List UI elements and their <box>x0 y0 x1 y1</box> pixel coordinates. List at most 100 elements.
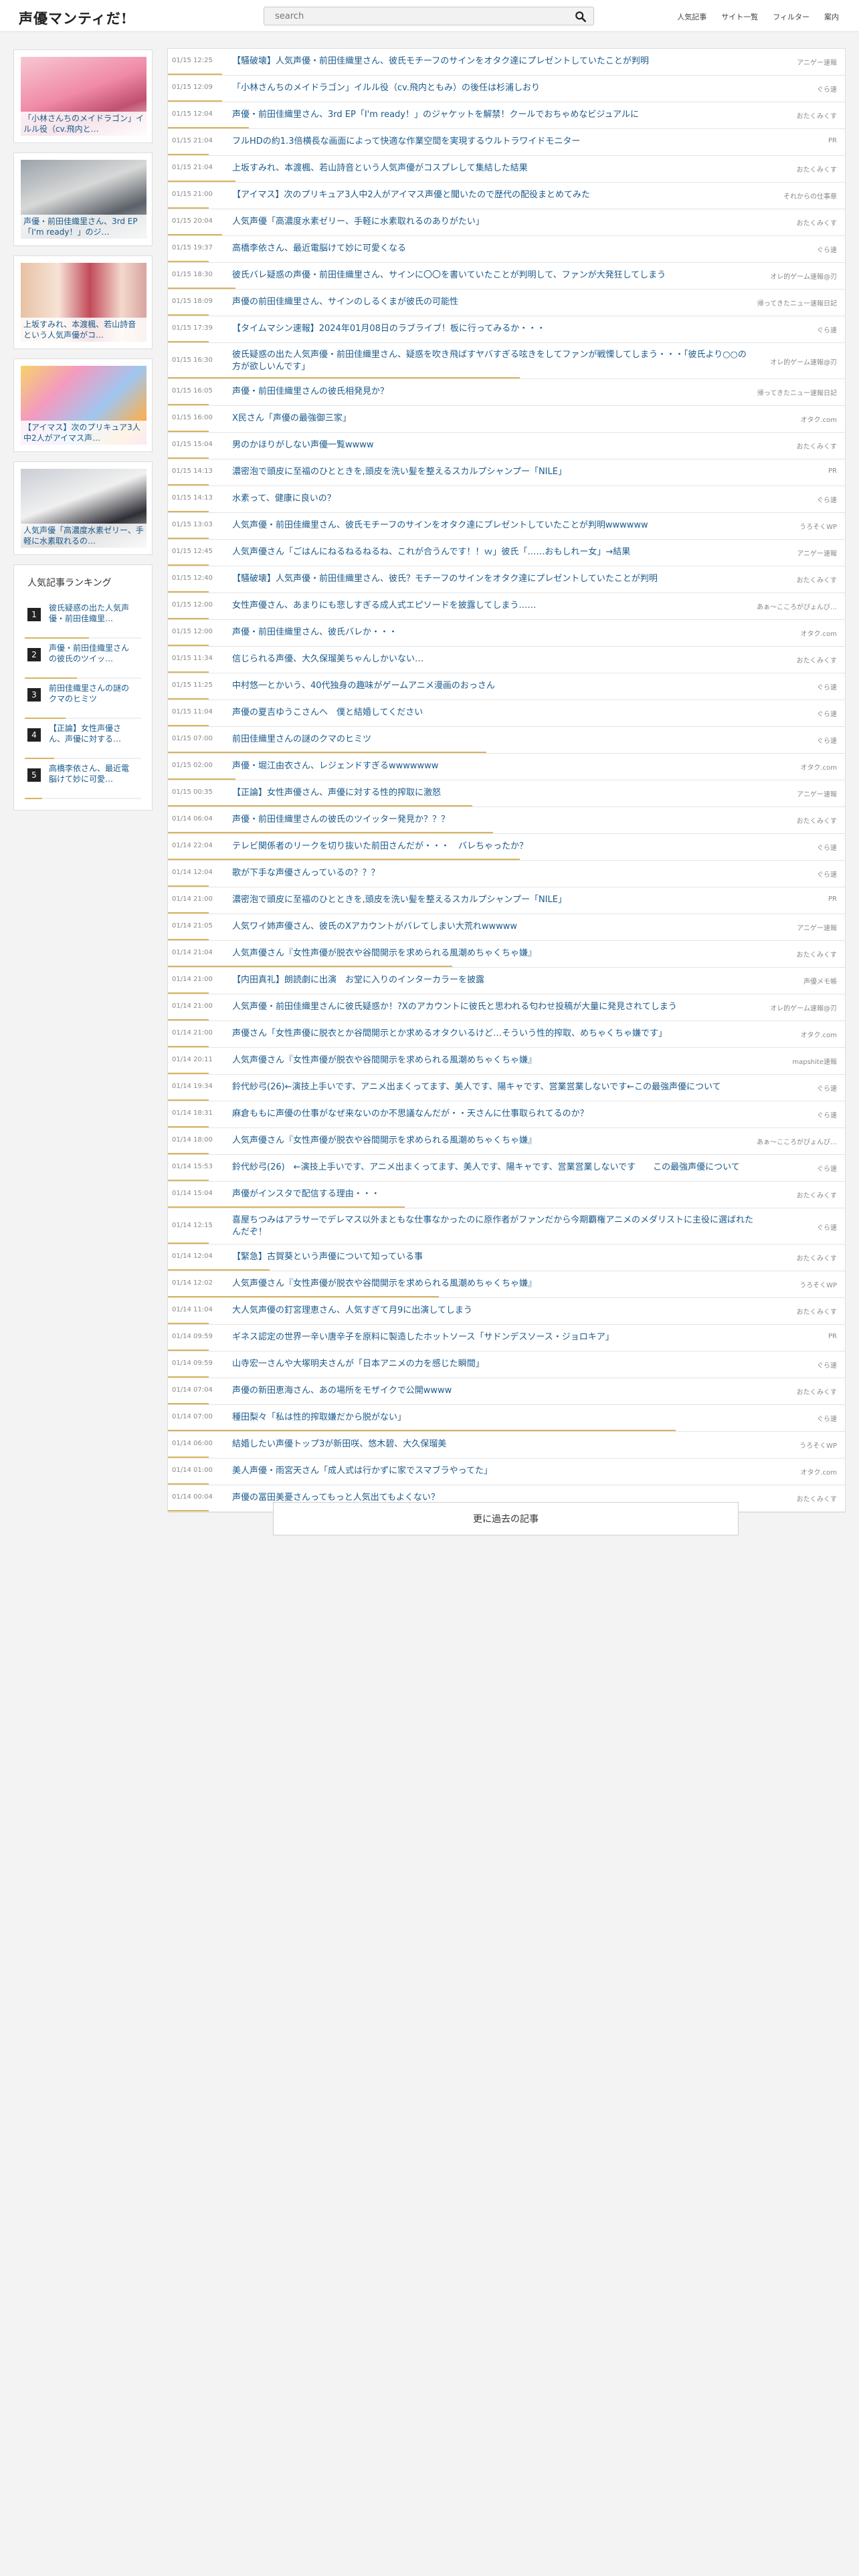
sidebar-card[interactable]: 人気声優「高濃度水素ゼリー、手軽に水素取れるの… <box>13 461 153 555</box>
article-title-link[interactable]: 男のかほりがしない声優一覧wwww <box>232 439 754 451</box>
article-source[interactable]: オタク.com <box>800 1467 837 1477</box>
article-title-link[interactable]: 山寺宏一さんや大塚明夫さんが「日本アニメの力を感じた瞬間」 <box>232 1358 754 1370</box>
article-source[interactable]: ぐら速 <box>817 1413 837 1423</box>
article-row[interactable]: 01/15 21:04 上坂すみれ、本渡楓、若山詩音という人気声優がコスプレして集… <box>168 156 845 183</box>
article-source[interactable]: オタク.com <box>800 628 837 638</box>
ranking-item-title[interactable]: 声優・前田佳織里さんの彼氏のツイッ… <box>49 643 136 675</box>
article-title-link[interactable]: 結婚したい声優トップ3が新田咲、悠木碧、大久保瑠美 <box>232 1438 754 1451</box>
article-row[interactable]: 01/14 09:59 ギネス認定の世界一辛い唐辛子を原料に製造したホットソース「… <box>168 1325 845 1352</box>
article-source[interactable]: アニゲー速報 <box>797 922 837 932</box>
article-title-link[interactable]: 「小林さんちのメイドラゴン」イルル役（cv.飛内ともみ）の後任は杉浦しおり <box>232 82 754 94</box>
ranking-item[interactable]: 3 前田佳織里さんの謎のクマのヒミツ <box>25 683 141 719</box>
article-source[interactable]: うろそくWP <box>799 521 837 531</box>
ranking-item[interactable]: 4 【正論】女性声優さん、声優に対する… <box>25 723 141 759</box>
article-title-link[interactable]: 高橋李依さん、最近電脳けて妙に可愛くなる <box>232 243 754 255</box>
article-title-link[interactable]: 鈴代紗弓(26)←演技上手いです、アニメ出まくってます、美人です、陽キャです、営… <box>232 1081 754 1093</box>
article-row[interactable]: 01/14 18:31 麻倉ももに声優の仕事がなぜ来ないのか不思議なんだが・・天さ… <box>168 1101 845 1128</box>
article-source[interactable]: 声優メモ帳 <box>803 976 837 986</box>
article-source[interactable]: おたくみくす <box>797 1493 837 1503</box>
article-title-link[interactable]: 美人声優・雨宮天さん「成人式は行かずに家でスマブラやってた」 <box>232 1465 754 1477</box>
article-row[interactable]: 01/15 12:25 【騒破壊】人気声優・前田佳織里さん、彼氏モチーフのサインを… <box>168 49 845 76</box>
article-source[interactable]: ぐら速 <box>817 681 837 691</box>
article-title-link[interactable]: 彼氏バレ疑惑の声優・前田佳織里さん、サインに〇〇を書いていたことが判明して、ファ… <box>232 270 754 282</box>
article-row[interactable]: 01/15 18:09 声優の前田佳織里さん、サインのしるくまが彼氏の可能性 帰って… <box>168 290 845 316</box>
article-source[interactable]: アニゲー速報 <box>797 788 837 798</box>
article-row[interactable]: 01/15 07:00 前田佳織里さんの謎のクマのヒミツ ぐら速 <box>168 727 845 754</box>
article-title-link[interactable]: 声優・堀江由衣さん、レジェンドすぎるwwwwwww <box>232 760 754 772</box>
article-row[interactable]: 01/15 15:04 男のかほりがしない声優一覧wwww おたくみくす <box>168 433 845 459</box>
article-row[interactable]: 01/14 09:59 山寺宏一さんや大塚明夫さんが「日本アニメの力を感じた瞬間」… <box>168 1352 845 1378</box>
article-title-link[interactable]: 信じられる声優、大久保瑠美ちゃんしかいない… <box>232 653 754 665</box>
article-title-link[interactable]: 声優・前田佳織里さん、彼氏バレか・・・ <box>232 627 754 639</box>
article-row[interactable]: 01/14 12:02 人気声優さん『女性声優が脱衣や谷間開示を求められる風潮めち… <box>168 1271 845 1298</box>
article-row[interactable]: 01/15 20:04 人気声優「高濃度水素ゼリー、手軽に水素取れるのありがたい」… <box>168 209 845 236</box>
article-row[interactable]: 01/15 02:00 声優・堀江由衣さん、レジェンドすぎるwwwwwww オタク.… <box>168 754 845 780</box>
thumbnail-image[interactable]: 声優・前田佳織里さん、3rd EP「I'm ready！」のジ… <box>21 160 147 239</box>
ranking-item[interactable]: 5 高橋李依さん、最近電脳けて妙に可愛… <box>25 763 141 799</box>
article-title-link[interactable]: 喜屋ちつみはアラサーでデレマス以外まともな仕事なかったのに原作者がファンだから今… <box>232 1214 754 1239</box>
thumbnail-image[interactable]: 上坂すみれ、本渡楓、若山詩音という人気声優がコ… <box>21 263 147 342</box>
article-source[interactable]: あぁ〜こころがぴょんぴ… <box>757 1136 837 1146</box>
article-source[interactable]: PR <box>828 895 837 903</box>
article-title-link[interactable]: 彼氏疑惑の出た人気声優・前田佳織里さん、疑惑を吹き飛ばすヤバすぎる呟きをしてファ… <box>232 349 754 373</box>
article-row[interactable]: 01/15 12:09 「小林さんちのメイドラゴン」イルル役（cv.飛内ともみ）の… <box>168 76 845 102</box>
article-title-link[interactable]: 前田佳織里さんの謎のクマのヒミツ <box>232 734 754 746</box>
article-row[interactable]: 01/14 21:00 人気声優・前田佳織里さんに彼氏疑惑か！?Xのアカウントに彼… <box>168 994 845 1021</box>
article-source[interactable]: ぐら速 <box>817 1163 837 1173</box>
article-title-link[interactable]: 中村悠一とかいう、40代独身の趣味がゲームアニメ漫画のおっさん <box>232 680 754 692</box>
article-source[interactable]: おたくみくす <box>797 815 837 825</box>
article-title-link[interactable]: 声優の夏吉ゆうこさんへ 僕と結婚してください <box>232 707 754 719</box>
article-row[interactable]: 01/14 15:53 鈴代紗弓(26) ←演技上手いです、アニメ出まくってます、… <box>168 1155 845 1182</box>
article-row[interactable]: 01/14 21:00 【内田真礼】朗読劇に出演 お堂に入りのインターカラーを披露… <box>168 968 845 994</box>
article-row[interactable]: 01/15 14:13 水素って、健康に良いの？ ぐら速 <box>168 486 845 513</box>
article-row[interactable]: 01/15 21:04 フルHDの約1.3倍横長な画面によって快適な作業空間を実現… <box>168 129 845 156</box>
article-source[interactable]: おたくみくす <box>797 655 837 665</box>
sidebar-card[interactable]: 【アイマス】次のプリキュア3人中2人がアイマス声… <box>13 358 153 452</box>
article-row[interactable]: 01/15 00:35 【正論】女性声優さん、声優に対する性的搾取に激怒 アニゲー速… <box>168 780 845 807</box>
article-row[interactable]: 01/14 18:00 人気声優さん『女性声優が脱衣や谷間開示を求められる風潮めち… <box>168 1128 845 1155</box>
article-title-link[interactable]: 【緊急】古賀葵という声優について知っている事 <box>232 1251 754 1263</box>
article-title-link[interactable]: 人気ワイ姉声優さん、彼氏のXアカウントがバレてしまい大荒れwwwww <box>232 921 754 933</box>
site-logo[interactable]: 声優マンティだ! <box>19 8 128 28</box>
article-source[interactable]: mapshite速報 <box>792 1056 837 1066</box>
article-source[interactable]: おたくみくす <box>797 441 837 451</box>
article-row[interactable]: 01/14 12:15 喜屋ちつみはアラサーでデレマス以外まともな仕事なかったのに… <box>168 1208 845 1245</box>
article-title-link[interactable]: X民さん「声優の最強御三家」 <box>232 413 754 425</box>
article-source[interactable]: ぐら速 <box>817 842 837 852</box>
ranking-item[interactable]: 2 声優・前田佳織里さんの彼氏のツイッ… <box>25 643 141 679</box>
nav-guide[interactable]: 案内 <box>824 11 839 22</box>
article-source[interactable]: 帰ってきたニュー速報日記 <box>757 387 837 397</box>
article-row[interactable]: 01/14 01:00 美人声優・雨宮天さん「成人式は行かずに家でスマブラやってた… <box>168 1459 845 1485</box>
article-source[interactable]: オレ的ゲーム速報@刃 <box>770 356 837 366</box>
search-icon[interactable] <box>575 11 587 23</box>
nav-filter[interactable]: フィルター <box>773 11 809 22</box>
thumbnail-caption[interactable]: 上坂すみれ、本渡楓、若山詩音という人気声優がコ… <box>21 318 147 342</box>
article-title-link[interactable]: 人気声優さん「ごはんにねるねるねるね、これが合うんです！！ｗ」彼氏「……おもしれ… <box>232 546 754 558</box>
article-title-link[interactable]: 女性声優さん、あまりにも悲しすぎる成人式エピソードを披露してしまう…… <box>232 600 754 612</box>
article-source[interactable]: オレ的ゲーム速報@刃 <box>770 1002 837 1012</box>
article-title-link[interactable]: 【正論】女性声優さん、声優に対する性的搾取に激怒 <box>232 787 754 799</box>
article-source[interactable]: ぐら速 <box>817 708 837 718</box>
article-source[interactable]: うろそくWP <box>799 1279 837 1289</box>
article-row[interactable]: 01/15 16:00 X民さん「声優の最強御三家」 オタク.com <box>168 406 845 433</box>
article-title-link[interactable]: テレビ関係者のリークを切り抜いた前田さんだが・・・ バレちゃったか？ <box>232 841 754 853</box>
article-title-link[interactable]: 【騒破壊】人気声優・前田佳織里さん、彼氏モチーフのサインをオタク達にプレゼントし… <box>232 56 754 68</box>
sidebar-card[interactable]: 上坂すみれ、本渡楓、若山詩音という人気声優がコ… <box>13 255 153 349</box>
article-row[interactable]: 01/15 21:00 【アイマス】次のプリキュア3人中2人がアイマス声優と聞いた… <box>168 183 845 209</box>
article-row[interactable]: 01/14 15:04 声優がインスタで配信する理由・・・ おたくみくす <box>168 1182 845 1208</box>
article-source[interactable]: ぐら速 <box>817 324 837 334</box>
article-row[interactable]: 01/15 18:30 彼氏バレ疑惑の声優・前田佳織里さん、サインに〇〇を書いてい… <box>168 263 845 290</box>
article-title-link[interactable]: 【内田真礼】朗読劇に出演 お堂に入りのインターカラーを披露 <box>232 974 754 986</box>
article-title-link[interactable]: フルHDの約1.3倍横長な画面によって快適な作業空間を実現するウルトラワイドモニ… <box>232 136 754 148</box>
thumbnail-caption[interactable]: 人気声優「高濃度水素ゼリー、手軽に水素取れるの… <box>21 524 147 548</box>
article-source[interactable]: PR <box>828 137 837 144</box>
article-title-link[interactable]: 声優の前田佳織里さん、サインのしるくまが彼氏の可能性 <box>232 296 754 308</box>
article-title-link[interactable]: 【騒破壊】人気声優・前田佳織里さん、彼氏？モチーフのサインをオタク達にプレゼント… <box>232 573 754 585</box>
thumbnail-image[interactable]: 【アイマス】次のプリキュア3人中2人がアイマス声… <box>21 366 147 445</box>
article-source[interactable]: おたくみくす <box>797 110 837 120</box>
article-title-link[interactable]: 声優の新田恵海さん、あの場所をモザイクで公開wwww <box>232 1385 754 1397</box>
article-title-link[interactable]: 大人気声優の釘宮理恵さん、人気すぎて月9に出演してしまう <box>232 1305 754 1317</box>
article-source[interactable]: おたくみくす <box>797 574 837 584</box>
more-articles-button[interactable]: 更に過去の記事 <box>273 1502 739 1535</box>
article-source[interactable]: あぁ〜こころがぴょんぴ… <box>757 601 837 611</box>
